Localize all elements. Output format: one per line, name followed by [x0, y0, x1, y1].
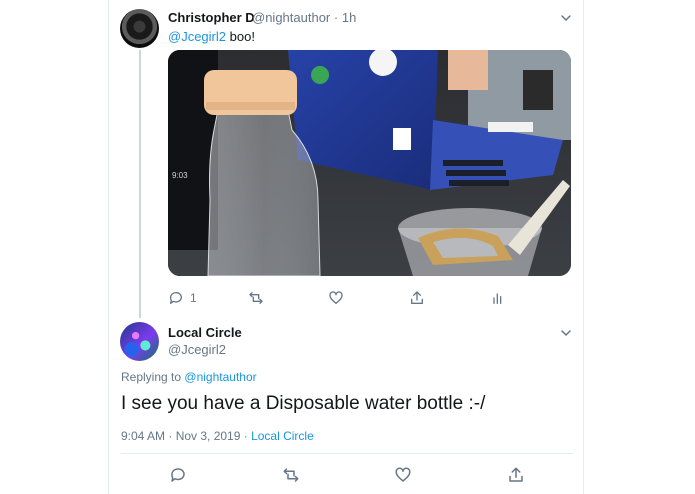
photo-water-bottle: 9:03 [168, 50, 571, 276]
chevron-down-icon[interactable] [560, 327, 572, 339]
share-icon [509, 467, 523, 482]
reply-author-handle[interactable]: @Jcegirl2 [168, 342, 226, 357]
reply-icon [169, 292, 182, 304]
author-handle[interactable]: @nightauthor · 1h [252, 10, 356, 25]
retweet-button[interactable] [248, 289, 264, 307]
replying-to-prefix: Replying to [121, 370, 182, 384]
reply-button[interactable] [169, 466, 187, 484]
tweet-text: @Jcegirl2 boo! [168, 29, 255, 44]
reply-meta: 9:04 AM · Nov 3, 2019 · Local Circle [121, 429, 314, 443]
divider [121, 453, 573, 454]
tweet-photo[interactable]: 9:03 [168, 50, 571, 276]
retweet-icon [249, 292, 263, 304]
thread-connector-line [139, 50, 141, 318]
retweet-button[interactable] [282, 466, 300, 484]
share-icon [411, 291, 423, 304]
analytics-button[interactable] [490, 289, 506, 307]
author-name[interactable]: Christopher D [168, 10, 255, 25]
avatar[interactable] [120, 322, 159, 361]
mention-link[interactable]: @Jcegirl2 [168, 29, 226, 44]
retweet-icon [283, 468, 299, 482]
reply-timestamp[interactable]: 9:04 AM · Nov 3, 2019 · [121, 429, 248, 443]
avatar[interactable] [120, 9, 159, 48]
tweet-body: boo! [229, 29, 255, 44]
reply-source-link[interactable]: Local Circle [251, 429, 314, 443]
reply-count: 1 [190, 291, 197, 305]
replying-to: Replying to @nightauthor [121, 370, 257, 384]
share-button[interactable] [409, 289, 425, 307]
page: Christopher D @nightauthor · 1h @Jcegirl… [0, 0, 695, 494]
tweet-time[interactable]: 1h [342, 10, 356, 25]
reply-author-name[interactable]: Local Circle [168, 325, 242, 340]
svg-text:9:03: 9:03 [172, 171, 188, 180]
replying-to-link[interactable]: @nightauthor [184, 370, 256, 384]
heart-icon [329, 291, 343, 304]
reply-button[interactable]: 1 [168, 289, 197, 307]
reply-text: I see you have a Disposable water bottle… [121, 393, 486, 414]
author-handle-text: @nightauthor [252, 10, 331, 25]
reply-icon [171, 468, 185, 482]
separator: · [333, 10, 339, 25]
like-button[interactable] [394, 466, 412, 484]
share-button[interactable] [507, 466, 525, 484]
chevron-down-icon[interactable] [560, 12, 572, 24]
analytics-icon [493, 293, 502, 304]
heart-icon [395, 467, 411, 482]
like-button[interactable] [328, 289, 344, 307]
